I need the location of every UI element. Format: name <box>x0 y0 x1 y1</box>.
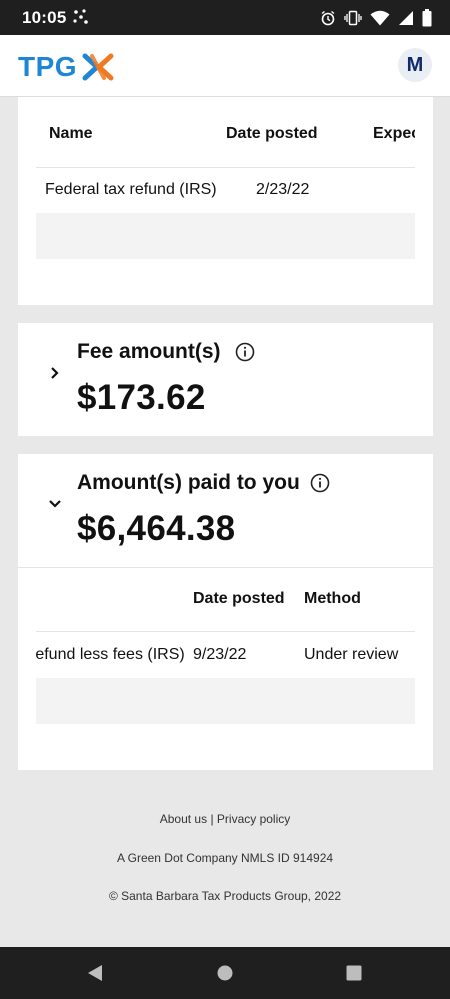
home-icon[interactable] <box>217 965 233 981</box>
refund-date: 2/23/22 <box>256 181 310 198</box>
column-header-expected: Expec <box>373 125 415 142</box>
status-time: 10:05 <box>22 8 67 27</box>
amount-paid-title: Amount(s) paid to you <box>77 471 300 494</box>
wifi-icon <box>370 10 390 26</box>
chevron-right-icon[interactable] <box>48 366 62 380</box>
fee-amount-card[interactable]: Fee amount(s) $173.62 <box>18 323 433 436</box>
fee-amount-value: $173.62 <box>77 378 206 417</box>
refund-name: Federal tax refund (IRS) <box>45 181 217 198</box>
logo-cross-icon <box>82 53 114 81</box>
system-nav-bar <box>0 947 450 999</box>
amount-paid-value: $6,464.38 <box>77 509 236 548</box>
amount-paid-card: Amount(s) paid to you $6,464.38 Date pos… <box>18 454 433 770</box>
chevron-down-icon[interactable] <box>48 497 62 511</box>
avatar[interactable]: M <box>398 48 432 82</box>
copyright: © Santa Barbara Tax Products Group, 2022 <box>108 889 342 903</box>
column-header-method: Method <box>304 590 361 607</box>
tpg-logo[interactable]: TPG <box>18 51 115 83</box>
fee-amount-title: Fee amount(s) <box>77 340 221 363</box>
privacy-policy-link[interactable]: Privacy policy <box>217 812 290 826</box>
logo-text: TPG <box>18 51 78 82</box>
table-row: Federal tax refund (IRS) 2/23/22 <box>36 168 415 213</box>
table-row: refund less fees (IRS) 9/23/22 Under rev… <box>36 632 415 678</box>
company-info: A Green Dot Company NMLS ID 914924 <box>116 851 334 865</box>
payment-date: 9/23/22 <box>193 646 247 663</box>
refund-table-card: Name Date posted Expec Federal tax refun… <box>18 97 433 305</box>
app-header: TPG M <box>0 35 450 97</box>
payment-method: Under review <box>304 646 399 663</box>
status-icons <box>320 8 432 28</box>
info-icon[interactable] <box>235 342 255 362</box>
column-header-name: Name <box>49 125 93 142</box>
column-header-date-posted: Date posted <box>193 590 285 607</box>
about-us-link[interactable]: About us <box>160 812 207 826</box>
alarm-icon <box>321 10 335 26</box>
footer-separator: | <box>210 812 214 826</box>
table-empty-row <box>36 678 415 724</box>
battery-icon <box>422 9 432 27</box>
table-empty-row <box>36 213 415 259</box>
notification-dots-icon <box>73 9 88 24</box>
signal-icon <box>399 11 413 25</box>
payment-name: refund less fees (IRS) <box>36 646 185 663</box>
back-icon[interactable] <box>87 964 103 982</box>
info-icon[interactable] <box>310 473 330 493</box>
table-header-row: Name Date posted Expec <box>36 103 415 168</box>
table-header-row: Date posted Method <box>36 568 415 632</box>
column-header-date-posted: Date posted <box>226 125 318 142</box>
vibrate-icon <box>344 10 362 26</box>
recents-icon[interactable] <box>346 965 362 981</box>
footer-links: About us | Privacy policy <box>0 812 450 826</box>
status-bar: 10:05 <box>0 0 450 35</box>
